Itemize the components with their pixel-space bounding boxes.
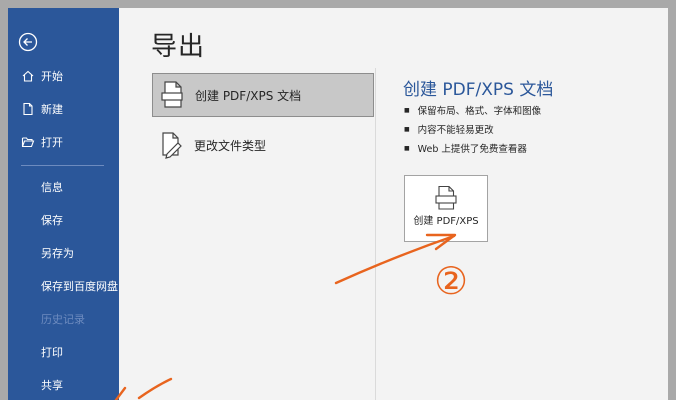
backstage-view: 开始 新建 打开 信息 保存 另存为 保存到百度网盘 历史记录 打印 共享 导出… [8, 8, 668, 400]
annotation-step-mark: ② [434, 259, 468, 303]
annotation-overlay: ② [114, 233, 468, 400]
annotation-stroke-bottom [137, 377, 173, 400]
annotation-arrow-head [425, 233, 457, 251]
annotation-stroke-corner [114, 386, 127, 400]
